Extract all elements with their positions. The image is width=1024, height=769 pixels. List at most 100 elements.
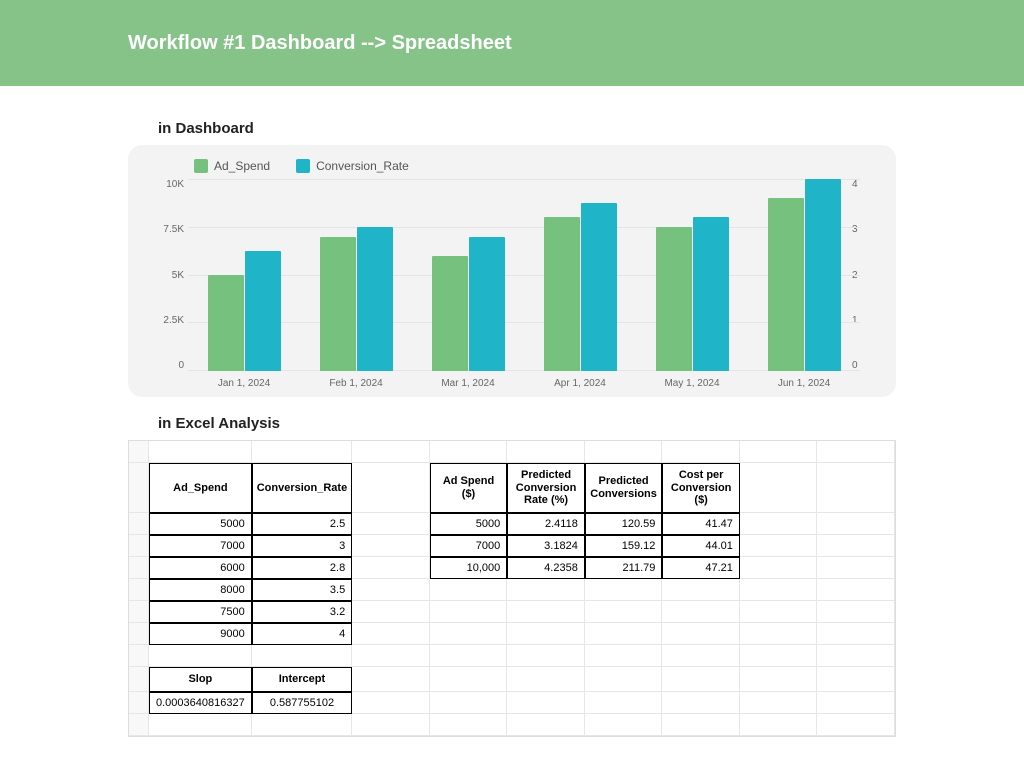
cell[interactable] (352, 714, 430, 736)
table-cell[interactable]: 3.1824 (507, 535, 585, 557)
cell[interactable] (817, 441, 895, 463)
cell[interactable] (352, 645, 430, 667)
cell[interactable] (352, 557, 430, 579)
table-cell[interactable]: 120.59 (585, 513, 663, 535)
cell[interactable] (430, 601, 508, 623)
table-cell[interactable]: 159.12 (585, 535, 663, 557)
cell[interactable] (507, 623, 585, 645)
cell[interactable] (252, 645, 352, 667)
table-cell[interactable]: 0.587755102 (252, 692, 352, 714)
table-cell[interactable]: 7500 (149, 601, 252, 623)
table-header[interactable]: Ad Spend ($) (430, 463, 508, 513)
cell[interactable] (430, 667, 508, 692)
cell[interactable] (430, 623, 508, 645)
cell[interactable] (129, 535, 149, 557)
table-cell[interactable]: 8000 (149, 579, 252, 601)
cell[interactable] (662, 579, 740, 601)
cell[interactable] (430, 692, 508, 714)
table-cell[interactable]: 7000 (430, 535, 508, 557)
cell[interactable] (352, 513, 430, 535)
table-cell[interactable]: 0.0003640816327 (149, 692, 252, 714)
table-cell[interactable]: 4 (252, 623, 352, 645)
table-cell[interactable]: 10,000 (430, 557, 508, 579)
cell[interactable] (352, 579, 430, 601)
cell[interactable] (740, 645, 818, 667)
cell[interactable] (662, 623, 740, 645)
table-cell[interactable]: 3.5 (252, 579, 352, 601)
cell[interactable] (507, 714, 585, 736)
cell[interactable] (585, 667, 663, 692)
cell[interactable] (430, 714, 508, 736)
cell[interactable] (129, 623, 149, 645)
cell[interactable] (740, 463, 818, 513)
table-cell[interactable]: 6000 (149, 557, 252, 579)
table-cell[interactable]: 9000 (149, 623, 252, 645)
table-cell[interactable]: 2.5 (252, 513, 352, 535)
cell[interactable] (352, 667, 430, 692)
cell[interactable] (507, 601, 585, 623)
cell[interactable] (817, 557, 895, 579)
cell[interactable] (662, 601, 740, 623)
cell[interactable] (129, 557, 149, 579)
cell[interactable] (129, 601, 149, 623)
cell[interactable] (129, 441, 149, 463)
table-cell[interactable]: 5000 (149, 513, 252, 535)
cell[interactable] (507, 579, 585, 601)
table-cell[interactable]: 2.8 (252, 557, 352, 579)
cell[interactable] (817, 579, 895, 601)
cell[interactable] (129, 513, 149, 535)
table-cell[interactable]: 41.47 (662, 513, 740, 535)
cell[interactable] (740, 667, 818, 692)
cell[interactable] (129, 645, 149, 667)
table-header[interactable]: Intercept (252, 667, 352, 692)
cell[interactable] (507, 667, 585, 692)
cell[interactable] (585, 645, 663, 667)
cell[interactable] (662, 667, 740, 692)
cell[interactable] (817, 463, 895, 513)
cell[interactable] (352, 535, 430, 557)
cell[interactable] (740, 513, 818, 535)
cell[interactable] (662, 441, 740, 463)
table-header[interactable]: Slop (149, 667, 252, 692)
cell[interactable] (149, 714, 252, 736)
table-cell[interactable]: 211.79 (585, 557, 663, 579)
cell[interactable] (129, 667, 149, 692)
table-header[interactable]: Predicted Conversions (585, 463, 663, 513)
table-header[interactable]: Conversion_Rate (252, 463, 352, 513)
table-cell[interactable]: 2.4118 (507, 513, 585, 535)
cell[interactable] (662, 645, 740, 667)
cell[interactable] (430, 645, 508, 667)
cell[interactable] (817, 623, 895, 645)
cell[interactable] (585, 623, 663, 645)
cell[interactable] (662, 714, 740, 736)
table-cell[interactable]: 47.21 (662, 557, 740, 579)
cell[interactable] (352, 692, 430, 714)
cell[interactable] (149, 645, 252, 667)
table-cell[interactable]: 3 (252, 535, 352, 557)
cell[interactable] (129, 692, 149, 714)
cell[interactable] (740, 557, 818, 579)
table-header[interactable]: Predicted Conversion Rate (%) (507, 463, 585, 513)
cell[interactable] (817, 645, 895, 667)
cell[interactable] (817, 714, 895, 736)
cell[interactable] (740, 601, 818, 623)
cell[interactable] (740, 623, 818, 645)
cell[interactable] (585, 441, 663, 463)
cell[interactable] (507, 692, 585, 714)
cell[interactable] (507, 441, 585, 463)
cell[interactable] (585, 579, 663, 601)
cell[interactable] (662, 692, 740, 714)
table-cell[interactable]: 4.2358 (507, 557, 585, 579)
cell[interactable] (430, 579, 508, 601)
table-header[interactable]: Cost per Conversion ($) (662, 463, 740, 513)
cell[interactable] (817, 513, 895, 535)
cell[interactable] (129, 579, 149, 601)
table-cell[interactable]: 3.2 (252, 601, 352, 623)
table-header[interactable]: Ad_Spend (149, 463, 252, 513)
cell[interactable] (430, 441, 508, 463)
cell[interactable] (585, 714, 663, 736)
cell[interactable] (252, 714, 352, 736)
cell[interactable] (740, 714, 818, 736)
cell[interactable] (817, 535, 895, 557)
cell[interactable] (740, 441, 818, 463)
